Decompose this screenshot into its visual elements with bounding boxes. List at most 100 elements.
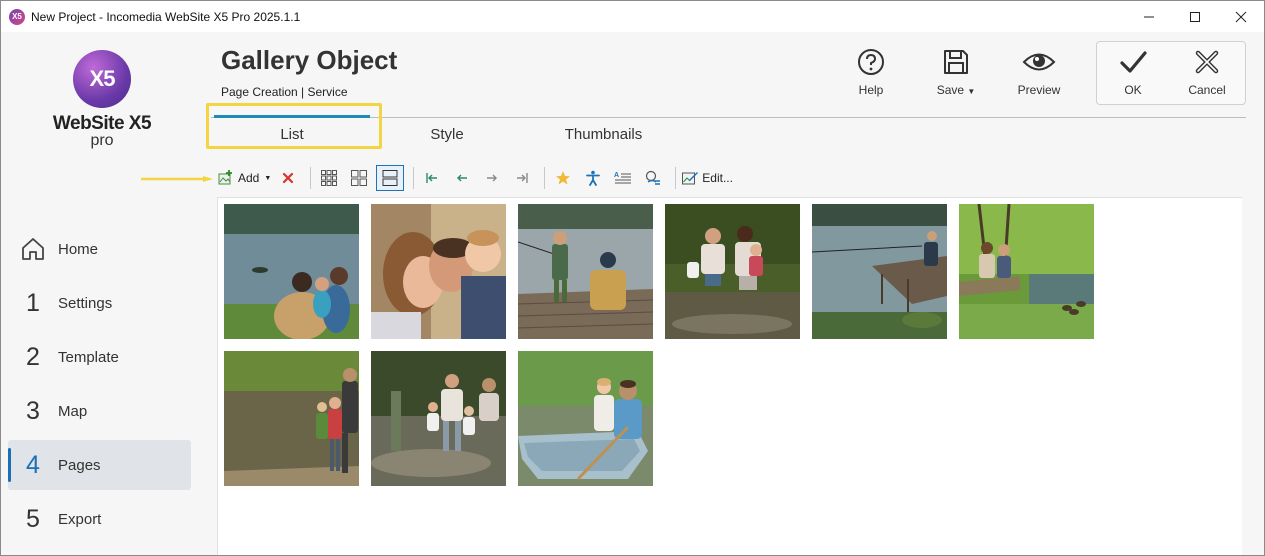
cancel-label: Cancel	[1188, 83, 1226, 97]
add-button[interactable]: Add ▼	[217, 165, 271, 191]
mother-father-child-closeup-photo	[371, 204, 506, 339]
toolbar-separator	[413, 167, 415, 189]
toolbar-separator	[310, 167, 312, 189]
logo-mark: X5	[73, 50, 131, 108]
toolbar-separator	[544, 167, 546, 189]
move-last-button[interactable]	[509, 165, 535, 191]
sidebar-item-pages[interactable]: 4 Pages	[8, 440, 191, 490]
family-sitting-by-lake-photo	[224, 204, 359, 339]
sidebar-nav: Home 1 Settings 2 Template 3 Map 4 Pages…	[8, 224, 191, 548]
logo: X5 WebSite X5 pro	[51, 50, 153, 149]
children-fishing-on-pier-photo	[518, 204, 653, 339]
help-label: Help	[858, 83, 884, 97]
large-rows-icon	[382, 170, 398, 186]
fishing-from-pier-photo	[812, 204, 947, 339]
title-bar: X5 New Project - Incomedia WebSite X5 Pr…	[1, 1, 1264, 32]
gallery-list	[217, 197, 1242, 555]
add-label: Add	[238, 171, 260, 185]
sidebar-item-label: Pages	[58, 456, 101, 474]
step-number: 1	[26, 288, 40, 317]
arrow-right-icon	[487, 174, 498, 182]
family-sitting-by-river-photo	[959, 204, 1094, 339]
gallery-image-8[interactable]	[371, 351, 506, 486]
svg-text:A: A	[614, 172, 619, 179]
family-in-lake-photo	[371, 351, 506, 486]
eye-icon	[1007, 47, 1071, 77]
sidebar-item-home[interactable]: Home	[8, 224, 191, 274]
save-icon	[924, 47, 988, 77]
link-button[interactable]	[640, 165, 666, 191]
cancel-button[interactable]: Cancel	[1175, 47, 1239, 105]
gallery-image-1[interactable]	[224, 204, 359, 339]
move-previous-button[interactable]	[449, 165, 475, 191]
caption-button[interactable]: A	[610, 165, 636, 191]
sidebar: X5 WebSite X5 pro Home 1 Settings 2 Temp…	[1, 32, 201, 555]
ok-button[interactable]: OK	[1101, 47, 1165, 105]
arrow-annotation-icon	[141, 176, 213, 182]
medium-grid-icon	[351, 170, 368, 186]
gallery-toolbar: Add ▼ A Edit...	[217, 163, 737, 193]
view-small-grid-button[interactable]	[316, 165, 342, 191]
set-cover-button[interactable]	[550, 165, 576, 191]
edit-label: Edit...	[702, 171, 733, 185]
add-image-icon	[218, 170, 232, 185]
sidebar-item-label: Home	[58, 240, 99, 258]
breadcrumb: Page Creation | Service	[221, 85, 348, 99]
tab-highlight-annotation	[206, 103, 382, 149]
accessibility-icon	[586, 170, 601, 186]
delete-button[interactable]	[275, 165, 301, 191]
step-number: 4	[26, 450, 40, 479]
app-icon: X5	[9, 8, 25, 25]
gallery-image-5[interactable]	[812, 204, 947, 339]
family-in-water-photo	[665, 204, 800, 339]
link-icon	[646, 170, 661, 185]
help-button[interactable]: Help	[839, 47, 903, 105]
sidebar-item-template[interactable]: 2 Template	[8, 332, 191, 382]
gallery-image-3[interactable]	[518, 204, 653, 339]
home-icon	[8, 236, 58, 262]
tab-style[interactable]: Style	[396, 121, 498, 149]
arrow-left-icon	[457, 174, 468, 182]
page-title: Gallery Object	[221, 45, 398, 75]
sidebar-item-label: Export	[58, 510, 102, 528]
accessibility-button[interactable]	[580, 165, 606, 191]
move-next-button[interactable]	[479, 165, 505, 191]
small-grid-icon	[321, 170, 338, 186]
save-label: Save	[936, 83, 965, 97]
ok-label: OK	[1124, 83, 1142, 97]
sidebar-item-label: Template	[58, 348, 119, 366]
delete-icon	[283, 172, 294, 184]
edit-button[interactable]: Edit...	[681, 165, 733, 191]
star-icon	[556, 171, 571, 185]
move-first-icon	[426, 173, 438, 183]
close-icon[interactable]	[1218, 1, 1264, 32]
move-first-button[interactable]	[419, 165, 445, 191]
toolbar-separator	[675, 167, 677, 189]
gallery-image-4[interactable]	[665, 204, 800, 339]
help-icon	[839, 47, 903, 77]
chevron-down-icon: ▼	[967, 87, 976, 96]
step-number: 5	[26, 504, 40, 533]
gallery-image-7[interactable]	[224, 351, 359, 486]
preview-label: Preview	[1017, 83, 1061, 97]
sidebar-item-settings[interactable]: 1 Settings	[8, 278, 191, 328]
minimize-icon[interactable]	[1126, 1, 1172, 32]
gallery-image-9[interactable]	[518, 351, 653, 486]
cancel-icon	[1175, 47, 1239, 77]
view-list-button[interactable]	[376, 165, 405, 191]
preview-button[interactable]: Preview	[1007, 47, 1071, 105]
sidebar-item-export[interactable]: 5 Export	[8, 494, 191, 544]
sidebar-item-map[interactable]: 3 Map	[8, 386, 191, 436]
gallery-image-2[interactable]	[371, 204, 506, 339]
checkmark-icon	[1101, 47, 1165, 77]
step-number: 2	[26, 342, 40, 371]
save-button[interactable]: Save ▼	[924, 47, 988, 105]
step-number: 3	[26, 396, 40, 425]
view-medium-grid-button[interactable]	[346, 165, 372, 191]
sidebar-item-label: Map	[58, 402, 88, 420]
gallery-image-6[interactable]	[959, 204, 1094, 339]
sidebar-item-label: Settings	[58, 294, 113, 312]
text-caption-icon: A	[614, 172, 632, 184]
tab-thumbnails[interactable]: Thumbnails	[546, 121, 661, 149]
maximize-icon[interactable]	[1172, 1, 1218, 32]
